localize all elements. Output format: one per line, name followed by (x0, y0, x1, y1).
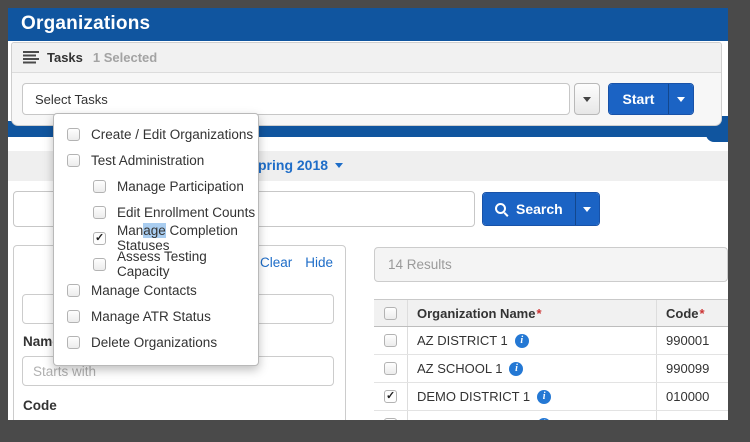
required-marker: * (700, 306, 705, 321)
search-button-label: Search (516, 201, 563, 217)
task-option-label: Delete Organizations (91, 335, 217, 350)
organization-code-cell: 990099 (657, 361, 728, 376)
row-checkbox[interactable] (384, 334, 397, 347)
info-icon[interactable]: i (537, 418, 551, 421)
search-button[interactable]: Search (483, 193, 575, 225)
table-row[interactable]: AZ DISTRICT 1 i 990001 (374, 327, 728, 355)
administration-label: pring 2018 (258, 157, 328, 173)
table-header-row: Organization Name* Code* (374, 299, 728, 327)
organization-code-cell: 020000 (657, 417, 728, 420)
organization-name: AZ SCHOOL 1 (417, 361, 502, 376)
select-tasks-caret-button[interactable] (574, 83, 600, 115)
task-option-checkbox[interactable] (67, 336, 80, 349)
tasks-panel-header: Tasks 1 Selected (12, 43, 721, 73)
task-option-checkbox[interactable] (93, 232, 106, 245)
caret-down-icon (583, 97, 591, 102)
row-checkbox-cell (374, 327, 408, 354)
task-option-checkbox[interactable] (93, 206, 106, 219)
table-row[interactable]: DEMO DISTRICT 2 i 020000 (374, 411, 728, 420)
task-option-checkbox[interactable] (67, 284, 80, 297)
caret-down-icon (335, 163, 343, 168)
caret-down-icon (583, 207, 591, 212)
page-title: Organizations (8, 8, 728, 35)
organization-name-cell: DEMO DISTRICT 1 i (408, 383, 657, 410)
filter-code-label: Code (23, 398, 57, 413)
row-checkbox[interactable] (384, 418, 397, 420)
row-checkbox[interactable] (384, 390, 397, 403)
task-option-checkbox[interactable] (93, 180, 106, 193)
column-label: Code (666, 306, 699, 321)
administration-selector[interactable]: pring 2018 (258, 157, 343, 173)
tasks-title: Tasks (47, 50, 83, 65)
row-checkbox-cell (374, 383, 408, 410)
organization-name-cell: AZ SCHOOL 1 i (408, 355, 657, 382)
task-option[interactable]: Assess Testing Capacity (54, 251, 258, 277)
select-all-checkbox[interactable] (384, 307, 397, 320)
app-window: Organizations Tasks 1 Selected Select Ta… (8, 8, 728, 420)
task-option-checkbox[interactable] (67, 310, 80, 323)
start-caret-button[interactable] (668, 84, 693, 114)
task-option-label: Edit Enrollment Counts (117, 205, 255, 220)
organizations-table: Organization Name* Code* AZ DISTRICT 1i9… (374, 299, 728, 420)
row-checkbox-cell (374, 411, 408, 420)
task-option[interactable]: Manage Completion Statuses (54, 225, 258, 251)
hide-filters-link[interactable]: Hide (305, 255, 333, 270)
task-option-checkbox[interactable] (93, 258, 106, 271)
task-option[interactable]: Create / Edit Organizations (54, 121, 258, 147)
task-option[interactable]: Manage Participation (54, 173, 258, 199)
search-split-button[interactable]: Search (482, 192, 600, 226)
organization-name: DEMO DISTRICT 1 (417, 389, 530, 404)
tasks-list-icon (23, 51, 39, 64)
task-option-label: Create / Edit Organizations (91, 127, 253, 142)
organization-code-cell: 990001 (657, 333, 728, 348)
screenshot-frame: { "colors": { "header_blue": "#10559f", … (0, 0, 750, 442)
required-marker: * (536, 306, 541, 321)
task-option-label: Manage Contacts (91, 283, 197, 298)
select-tasks-dropdown: Create / Edit Organizations Test Administ… (53, 113, 259, 366)
task-option-checkbox[interactable] (67, 154, 80, 167)
start-button[interactable]: Start (609, 84, 668, 114)
search-caret-button[interactable] (575, 193, 599, 225)
code-header[interactable]: Code* (657, 306, 728, 321)
filter-actions: Clear Hide (260, 255, 333, 270)
info-icon[interactable]: i (509, 362, 523, 376)
task-option[interactable]: Delete Organizations (54, 329, 258, 355)
tasks-selected-count: 1 Selected (93, 50, 157, 65)
task-option-label: Manage ATR Status (91, 309, 211, 324)
task-option-label: Test Administration (91, 153, 204, 168)
select-all-cell (374, 300, 408, 326)
task-option[interactable]: Test Administration (54, 147, 258, 173)
page-header: Organizations (8, 8, 728, 41)
task-option-label: Manage Participation (117, 179, 244, 194)
task-option[interactable]: Manage ATR Status (54, 303, 258, 329)
organization-name: AZ DISTRICT 1 (417, 333, 508, 348)
organization-name: DEMO DISTRICT 2 (417, 417, 530, 420)
task-option[interactable]: Edit Enrollment Counts (54, 199, 258, 225)
start-split-button[interactable]: Start (608, 83, 694, 115)
info-icon[interactable]: i (537, 390, 551, 404)
row-checkbox[interactable] (384, 362, 397, 375)
search-icon (495, 202, 509, 216)
table-body: AZ DISTRICT 1i990001AZ SCHOOL 1i990099DE… (374, 327, 728, 420)
organization-name-cell: AZ DISTRICT 1 i (408, 327, 657, 354)
select-tasks-combobox[interactable]: Select Tasks (22, 83, 570, 115)
text-selection-highlight: age (143, 223, 166, 238)
info-icon[interactable]: i (515, 334, 529, 348)
table-row[interactable]: DEMO DISTRICT 1 i 010000 (374, 383, 728, 411)
select-tasks-value: Select Tasks (35, 92, 108, 107)
clear-filters-link[interactable]: Clear (260, 255, 292, 270)
organization-code-cell: 010000 (657, 389, 728, 404)
results-count-box: 14 Results (374, 247, 728, 282)
column-label: Organization Name (417, 306, 535, 321)
table-row[interactable]: AZ SCHOOL 1 i 990099 (374, 355, 728, 383)
task-option-checkbox[interactable] (67, 128, 80, 141)
row-checkbox-cell (374, 355, 408, 382)
caret-down-icon (677, 97, 685, 102)
task-option[interactable]: Manage Contacts (54, 277, 258, 303)
organization-name-cell: DEMO DISTRICT 2 i (408, 411, 657, 420)
results-count-label: 14 Results (388, 257, 452, 272)
task-option-label: Assess Testing Capacity (117, 249, 258, 279)
organization-name-header[interactable]: Organization Name* (408, 300, 657, 326)
